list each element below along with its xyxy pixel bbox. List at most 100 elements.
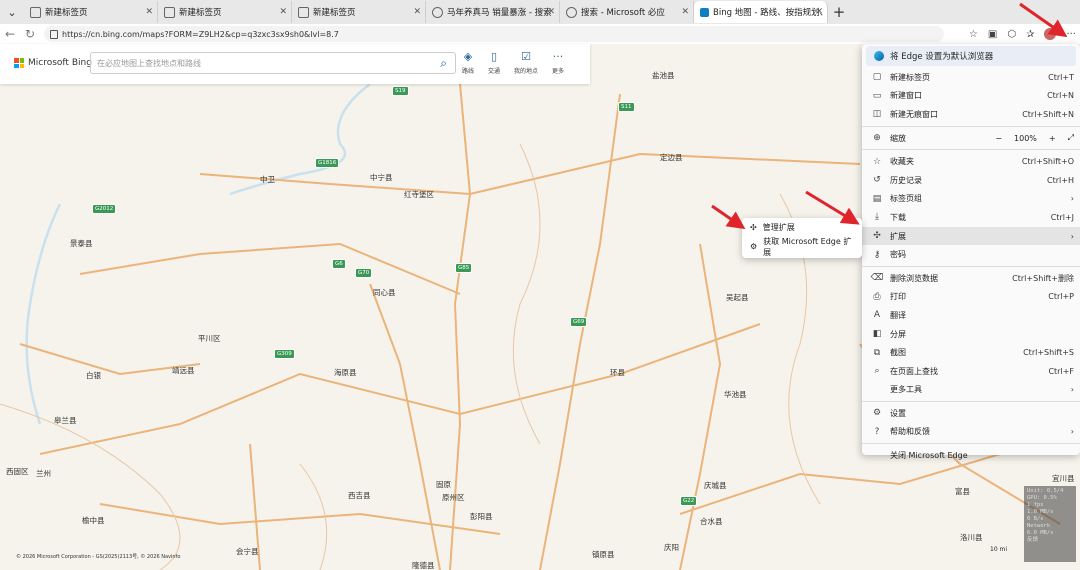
- map-label[interactable]: 隆德县: [412, 560, 435, 570]
- key-icon: ⚷: [873, 249, 881, 260]
- menu-item-find[interactable]: ⌕ 在页面上查找 Ctrl+F: [862, 362, 1080, 381]
- map-label[interactable]: 红寺堡区: [404, 189, 434, 200]
- menu-item-close-edge[interactable]: 关闭 Microsoft Edge: [862, 446, 1080, 465]
- chevron-right-icon: ›: [1070, 194, 1074, 204]
- menu-item-extensions[interactable]: ✣ 扩展 ›: [862, 226, 1080, 246]
- menu-item-split-screen[interactable]: ◧ 分屏: [862, 325, 1080, 344]
- map-label[interactable]: 中宁县: [370, 172, 393, 183]
- menu-item-screenshot[interactable]: ⧉ 截图 Ctrl+Shift+S: [862, 343, 1080, 362]
- map-label[interactable]: 富县: [955, 486, 970, 497]
- favorites-icon[interactable]: ✰: [1026, 29, 1034, 40]
- close-tab-icon[interactable]: ✕: [815, 7, 823, 17]
- map-label[interactable]: 中卫: [260, 174, 275, 185]
- directions-button[interactable]: ◈ 路线: [462, 50, 474, 75]
- map-label[interactable]: 华池县: [724, 389, 747, 400]
- map-label[interactable]: 宜川县: [1052, 473, 1075, 484]
- tab-active[interactable]: Bing 地图 - 路线、按指规划、交通 ✕: [694, 1, 828, 23]
- map-label[interactable]: 景泰县: [70, 238, 93, 249]
- extension-icon[interactable]: ⬡: [1007, 29, 1016, 40]
- map-label[interactable]: 兰州: [36, 468, 51, 479]
- menu-item-favorites[interactable]: ☆ 收藏夹 Ctrl+Shift+O: [862, 152, 1080, 171]
- map-label[interactable]: 庆阳: [664, 542, 679, 553]
- tab[interactable]: 新建标签页 ✕: [158, 1, 292, 23]
- tab[interactable]: 搜索 - Microsoft 必应 ✕: [560, 1, 694, 23]
- close-tab-icon[interactable]: ✕: [145, 7, 153, 17]
- set-default-browser-banner[interactable]: 将 Edge 设置为默认浏览器: [866, 46, 1076, 66]
- map-label[interactable]: 环县: [610, 367, 625, 378]
- toolbar-icons: ☆ ▣ ⬡ ✰ ···: [969, 24, 1076, 44]
- search-icon[interactable]: ⌕: [440, 56, 447, 71]
- star-icon[interactable]: ☆: [969, 29, 978, 40]
- map-label[interactable]: 会宁县: [236, 546, 259, 557]
- menu-divider: [862, 149, 1080, 151]
- map-label[interactable]: 白银: [86, 370, 101, 381]
- zoom-in-button[interactable]: +: [1049, 134, 1056, 143]
- microsoft-logo-icon: [14, 58, 24, 68]
- more-button[interactable]: ··· 更多: [552, 50, 564, 75]
- map-label[interactable]: 平川区: [198, 333, 221, 344]
- map-label[interactable]: 靖远县: [172, 365, 195, 376]
- find-icon: ⌕: [874, 366, 880, 377]
- map-label[interactable]: 固原: [436, 479, 451, 490]
- close-tab-icon[interactable]: ✕: [681, 7, 689, 17]
- traffic-button[interactable]: ▯ 交通: [488, 50, 500, 75]
- menu-item-translate[interactable]: A 翻译: [862, 306, 1080, 325]
- menu-item-downloads[interactable]: ⤓ 下载 Ctrl+J: [862, 208, 1080, 227]
- map-label[interactable]: 榆中县: [82, 515, 105, 526]
- map-label[interactable]: 洛川县: [960, 532, 983, 543]
- close-tab-icon[interactable]: ✕: [279, 7, 287, 17]
- bing-logo[interactable]: Microsoft Bing: [14, 58, 92, 68]
- menu-item-history[interactable]: ↺ 历史记录 Ctrl+H: [862, 171, 1080, 190]
- zoom-out-button[interactable]: −: [995, 134, 1002, 143]
- menu-item-clear-data[interactable]: ⌫ 删除浏览数据 Ctrl+Shift+删除: [862, 269, 1080, 288]
- map-label[interactable]: 原州区: [442, 492, 465, 503]
- map-search-input[interactable]: 在必应地图上查找地点和路线 ⌕: [90, 52, 456, 74]
- zoom-icon: ⊕: [873, 133, 881, 144]
- fullscreen-icon[interactable]: ⤢: [1068, 133, 1074, 143]
- close-tab-icon[interactable]: ✕: [413, 7, 421, 17]
- tab[interactable]: 新建标签页 ✕: [24, 1, 158, 23]
- chevron-right-icon: ›: [1070, 385, 1074, 395]
- map-label[interactable]: 西吉县: [348, 490, 371, 501]
- app-icon[interactable]: ▣: [988, 29, 997, 40]
- close-tab-icon[interactable]: ✕: [547, 7, 555, 17]
- menu-item-more-tools[interactable]: 更多工具 ›: [862, 381, 1080, 400]
- map-label[interactable]: 皋兰县: [54, 415, 77, 426]
- page-icon: [164, 6, 175, 18]
- more-options-icon[interactable]: ···: [1066, 29, 1076, 40]
- get-extensions-item[interactable]: ⚙ 获取 Microsoft Edge 扩展: [742, 237, 862, 257]
- menu-divider: [862, 125, 1080, 127]
- manage-extensions-item[interactable]: ✣ 管理扩展: [742, 218, 862, 237]
- road-badge: G2012: [92, 204, 117, 214]
- search-icon: [566, 6, 577, 18]
- menu-item-inprivate[interactable]: ◫ 新建无痕窗口 Ctrl+Shift+N: [862, 105, 1080, 124]
- menu-item-settings[interactable]: ⚙ 设置: [862, 404, 1080, 423]
- map-label[interactable]: 盐池县: [652, 70, 675, 81]
- road-badge: G69: [570, 317, 588, 327]
- menu-item-new-tab[interactable]: ▢ 新建标签页 Ctrl+T: [862, 68, 1080, 87]
- tab[interactable]: 马年养真马 销量暴涨 - 搜索 ✕: [426, 1, 560, 23]
- tab-actions-menu-icon[interactable]: ⌄: [0, 1, 24, 23]
- back-icon[interactable]: ←: [0, 27, 20, 41]
- menu-item-print[interactable]: ⎙ 打印 Ctrl+P: [862, 288, 1080, 307]
- menu-item-tab-groups[interactable]: ▤ 标签页组 ›: [862, 190, 1080, 209]
- map-label[interactable]: 镇原县: [592, 549, 615, 560]
- map-label[interactable]: 吴起县: [726, 292, 749, 303]
- map-label[interactable]: 同心县: [373, 287, 396, 298]
- map-label[interactable]: 合水县: [700, 516, 723, 527]
- new-tab-button[interactable]: +: [828, 3, 850, 21]
- map-label[interactable]: 彭阳县: [470, 511, 493, 522]
- menu-item-new-window[interactable]: ▭ 新建窗口 Ctrl+N: [862, 87, 1080, 106]
- map-label[interactable]: 海原县: [334, 367, 357, 378]
- avatar[interactable]: [1044, 28, 1057, 40]
- map-label[interactable]: 庆城县: [704, 480, 727, 491]
- refresh-icon[interactable]: ↻: [20, 27, 40, 41]
- chevron-right-icon: ›: [1070, 231, 1074, 241]
- my-places-button[interactable]: ☑ 我的地点: [514, 50, 538, 75]
- menu-item-passwords[interactable]: ⚷ 密码: [862, 245, 1080, 264]
- tab[interactable]: 新建标签页 ✕: [292, 1, 426, 23]
- menu-item-help[interactable]: ? 帮助和反馈 ›: [862, 423, 1080, 442]
- map-label[interactable]: 定边县: [660, 152, 683, 163]
- map-label[interactable]: 西固区: [6, 466, 29, 477]
- url-field[interactable]: https://cn.bing.com/maps?FORM=Z9LH2&cp=q…: [44, 26, 944, 42]
